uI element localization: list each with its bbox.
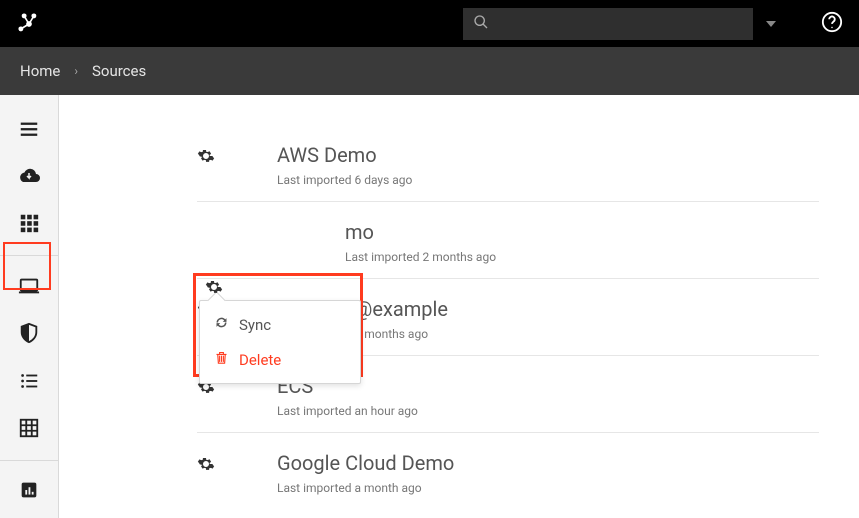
sync-icon bbox=[214, 315, 239, 334]
rail-apps[interactable] bbox=[8, 204, 50, 243]
source-title[interactable]: Google Cloud Demo bbox=[277, 451, 819, 475]
source-meta: Last imported 2 months ago bbox=[345, 250, 819, 264]
menu-sync-label: Sync bbox=[239, 316, 271, 334]
body: AWS Demo Last imported 6 days ago mo Las… bbox=[0, 95, 859, 518]
source-row: mo Last imported 2 months ago bbox=[197, 202, 819, 279]
rail-list[interactable] bbox=[8, 361, 50, 400]
source-meta: Last imported an hour ago bbox=[277, 404, 819, 418]
gear-menu: Sync Delete bbox=[199, 300, 361, 384]
topbar bbox=[0, 0, 859, 47]
gear-icon[interactable] bbox=[205, 278, 223, 300]
gear-icon[interactable] bbox=[197, 455, 215, 477]
breadcrumb-current: Sources bbox=[92, 62, 146, 80]
source-row: AWS Demo Last imported 6 days ago bbox=[197, 143, 819, 202]
menu-delete-label: Delete bbox=[239, 351, 281, 369]
breadcrumb-home[interactable]: Home bbox=[20, 62, 60, 80]
side-rail bbox=[0, 95, 59, 518]
rail-security[interactable] bbox=[8, 314, 50, 353]
search-dropdown[interactable] bbox=[757, 8, 785, 40]
breadcrumb: Home › Sources bbox=[0, 47, 859, 95]
menu-delete[interactable]: Delete bbox=[200, 342, 360, 377]
source-meta: Last imported 6 days ago bbox=[277, 173, 819, 187]
rail-sources[interactable] bbox=[8, 156, 50, 195]
chevron-right-icon: › bbox=[74, 64, 78, 78]
source-meta: Last imported a month ago bbox=[277, 481, 819, 495]
trash-icon bbox=[214, 350, 239, 369]
rail-reports[interactable] bbox=[8, 471, 50, 510]
source-title[interactable]: AWS Demo bbox=[277, 143, 819, 167]
sources-list: AWS Demo Last imported 6 days ago mo Las… bbox=[59, 95, 859, 518]
rail-compute[interactable] bbox=[8, 266, 50, 305]
search-icon bbox=[473, 14, 489, 34]
rail-menu[interactable] bbox=[8, 109, 50, 148]
help-icon[interactable] bbox=[821, 11, 843, 37]
source-title[interactable]: mo bbox=[345, 220, 819, 244]
rail-grid[interactable] bbox=[8, 408, 50, 447]
menu-sync[interactable]: Sync bbox=[200, 307, 360, 342]
search-input[interactable] bbox=[497, 16, 743, 31]
app-logo bbox=[16, 11, 42, 37]
source-row: Google Cloud Demo Last imported a month … bbox=[197, 433, 819, 509]
search-box[interactable] bbox=[463, 8, 753, 40]
gear-icon[interactable] bbox=[197, 147, 215, 169]
